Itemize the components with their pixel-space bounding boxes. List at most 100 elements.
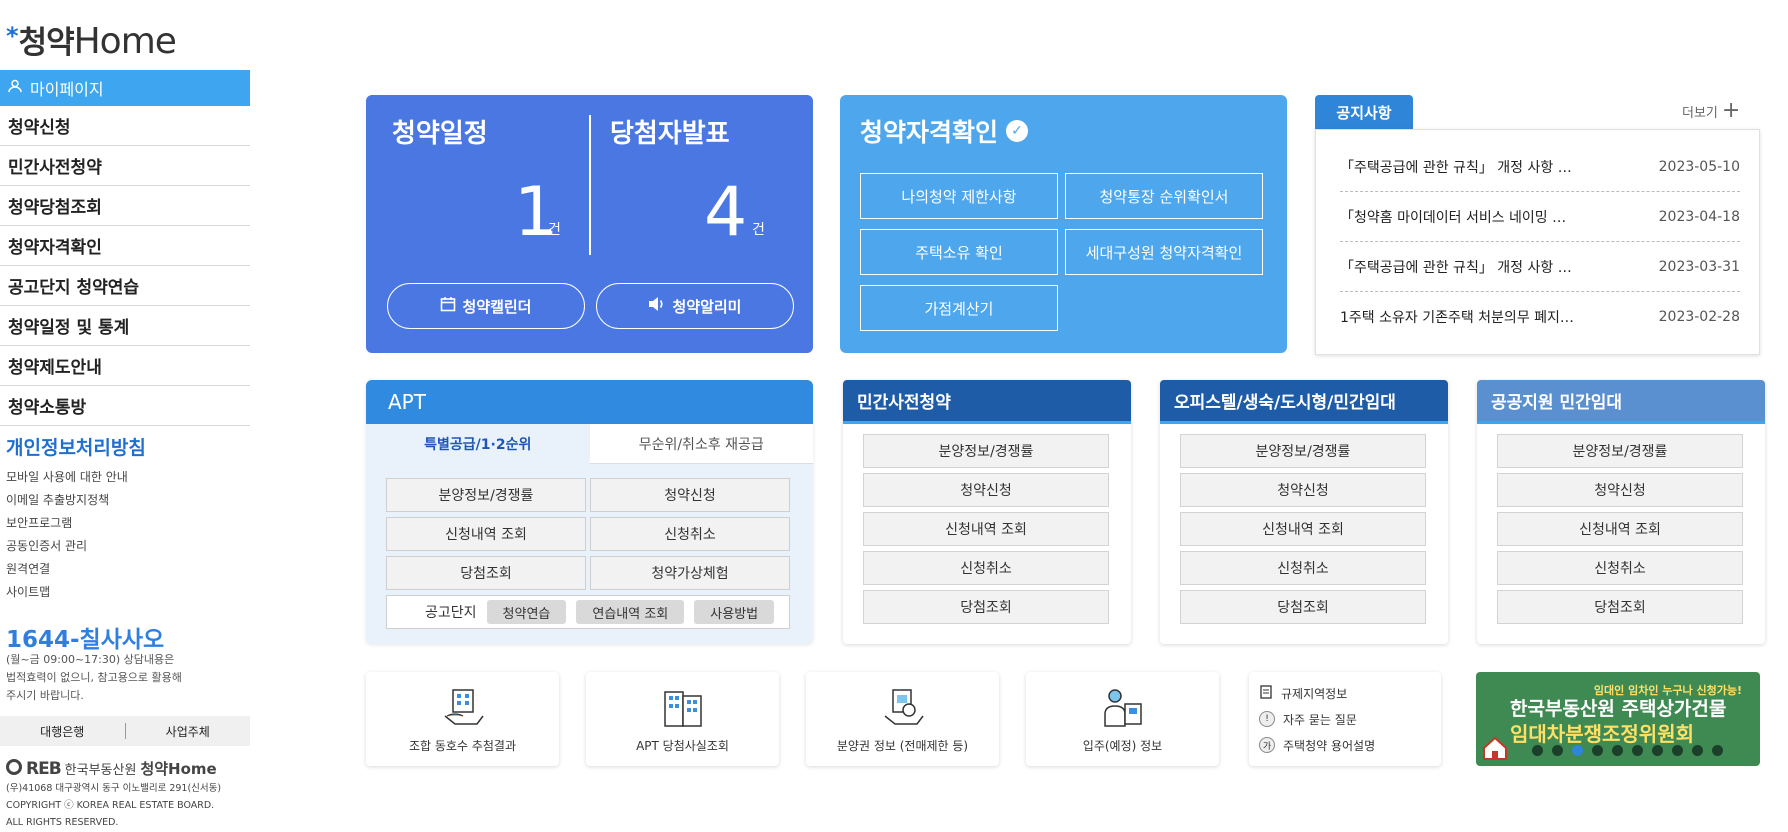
apt-sale-info-button[interactable]: 분양정보/경쟁률 <box>386 478 586 512</box>
site-logo[interactable]: * 청약 Home <box>6 18 177 62</box>
notice-item[interactable]: 「주택공급에 관한 규칙」 개정 사항 … 2023-03-31 <box>1340 242 1740 292</box>
sidebar-sub-links: 모바일 사용에 대한 안내 이메일 추출방지정책 보안프로그램 공동인증서 관리… <box>6 466 128 604</box>
dispute-banner[interactable]: 임대인 임차인 누구나 신청가능! 한국부동산원 주택상가건물 임대차분쟁조정위… <box>1476 672 1760 766</box>
support-hours: (월~금 09:00~17:30) 상담내용은 법적효력이 없으니, 참고용으로… <box>6 653 182 702</box>
dot[interactable] <box>1532 745 1543 756</box>
notice-item[interactable]: 「청약홈 마이데이터 서비스 네이밍 … 2023-04-18 <box>1340 192 1740 242</box>
my-restrictions-button[interactable]: 나의청약 제한사항 <box>860 173 1058 219</box>
certificate-link[interactable]: 공동인증서 관리 <box>6 535 128 558</box>
sitemap-link[interactable]: 사이트맵 <box>6 581 128 604</box>
presale-right-tile[interactable]: 분양권 정보 (전매제한 등) <box>806 672 999 766</box>
footer-address: (우)41068 대구광역시 동구 이노밸리로 291(신서동) COPYRIG… <box>6 783 222 828</box>
sidebar-item-qualify[interactable]: 청약자격확인 <box>0 226 250 266</box>
sidebar-item-win-check[interactable]: 청약당첨조회 <box>0 186 250 226</box>
sidebar-item-apply[interactable]: 청약신청 <box>0 106 250 146</box>
history-button[interactable]: 신청내역 조회 <box>1180 512 1426 546</box>
sidebar-item-community[interactable]: 청약소통방 <box>0 386 250 426</box>
alarm-button[interactable]: 청약알리미 <box>596 283 794 329</box>
qualify-card: 청약자격확인 ✓ 나의청약 제한사항 청약통장 순위확인서 주택소유 확인 세대… <box>840 95 1287 353</box>
dot[interactable] <box>1552 745 1563 756</box>
account-rank-button[interactable]: 청약통장 순위확인서 <box>1065 173 1263 219</box>
dot-active[interactable] <box>1572 745 1583 756</box>
how-to-chip[interactable]: 사용방법 <box>694 600 775 624</box>
history-button[interactable]: 신청내역 조회 <box>1497 512 1743 546</box>
schedule-title[interactable]: 청약일정 <box>392 113 488 150</box>
cancel-button[interactable]: 신청취소 <box>1497 551 1743 585</box>
sidebar-item-schedule-stats[interactable]: 청약일정 및 통계 <box>0 306 250 346</box>
banner-line3: 임대차분쟁조정위원회 <box>1510 722 1694 746</box>
check-circle-icon: ✓ <box>1006 120 1029 142</box>
sidebar-item-private-pre[interactable]: 민간사전청약 <box>0 146 250 186</box>
bank-button[interactable]: 대행은행 <box>0 723 125 740</box>
dot[interactable] <box>1692 745 1703 756</box>
banner-line2: 한국부동산원 주택상가건물 <box>1510 698 1727 720</box>
bank-org-bar: 대행은행 사업주체 <box>0 716 250 746</box>
history-button[interactable]: 신청내역 조회 <box>863 512 1109 546</box>
sidebar-item-practice[interactable]: 공고단지 청약연습 <box>0 266 250 306</box>
union-lottery-tile[interactable]: 조합 동호수 추첨결과 <box>366 672 559 766</box>
apt-simulation-button[interactable]: 청약가상체험 <box>590 556 790 590</box>
qualify-title[interactable]: 청약자격확인 ✓ <box>860 113 1029 149</box>
dot[interactable] <box>1712 745 1723 756</box>
house-ownership-button[interactable]: 주택소유 확인 <box>860 229 1058 275</box>
more-label: 더보기 <box>1682 105 1718 121</box>
logo-star: * <box>6 22 19 50</box>
sale-info-button[interactable]: 분양정보/경쟁률 <box>863 434 1109 468</box>
win-check-button[interactable]: 당첨조회 <box>1180 590 1426 624</box>
point-calculator-button[interactable]: 가점계산기 <box>860 285 1058 331</box>
schedule-card: 청약일정 1 건 당첨자발표 4 건 청약캘린더 청약알리미 <box>366 95 813 353</box>
apt-apply-button[interactable]: 청약신청 <box>590 478 790 512</box>
dot[interactable] <box>1672 745 1683 756</box>
cancel-button[interactable]: 신청취소 <box>1180 551 1426 585</box>
practice-history-chip[interactable]: 연습내역 조회 <box>576 600 685 624</box>
move-in-info-tile[interactable]: 입주(예정) 정보 <box>1026 672 1219 766</box>
dot[interactable] <box>1652 745 1663 756</box>
more-button[interactable]: 더보기 + <box>1682 100 1740 122</box>
win-check-button[interactable]: 당첨조회 <box>1497 590 1743 624</box>
mypage-button[interactable]: 마이페이지 <box>0 70 250 106</box>
divider <box>589 115 591 255</box>
calendar-label: 청약캘린더 <box>462 297 532 316</box>
org-button[interactable]: 사업주체 <box>126 723 251 740</box>
tab-special-supply[interactable]: 특별공급/1·2순위 <box>366 424 590 464</box>
notice-item[interactable]: 「주택공급에 관한 규칙」 개정 사항 … 2023-05-10 <box>1340 142 1740 192</box>
apt-win-fact-tile[interactable]: APT 당첨사실조회 <box>586 672 779 766</box>
apply-button[interactable]: 청약신청 <box>1497 473 1743 507</box>
practice-chip[interactable]: 청약연습 <box>486 600 567 624</box>
reb-footer-logo: REB 한국부동산원 청약Home <box>6 758 217 779</box>
apply-button[interactable]: 청약신청 <box>1180 473 1426 507</box>
tab-no-rank[interactable]: 무순위/취소후 재공급 <box>589 424 813 464</box>
apt-tabs: 특별공급/1·2순위 무순위/취소후 재공급 <box>366 424 813 464</box>
plus-icon: + <box>1721 98 1741 123</box>
mobile-guide-link[interactable]: 모바일 사용에 대한 안내 <box>6 466 128 489</box>
schedule-unit: 건 <box>548 222 561 238</box>
winners-count: 4 <box>704 173 748 252</box>
apt-history-button[interactable]: 신청내역 조회 <box>386 517 586 551</box>
private-pre-card: 민간사전청약 분양정보/경쟁률 청약신청 신청내역 조회 신청취소 당첨조회 <box>843 380 1131 644</box>
notice-item[interactable]: 1주택 소유자 기존주택 처분의무 폐지… 2023-02-28 <box>1340 292 1740 342</box>
sale-info-button[interactable]: 분양정보/경쟁률 <box>1497 434 1743 468</box>
faq-link[interactable]: ! 자주 묻는 질문 <box>1259 706 1431 732</box>
security-program-link[interactable]: 보안프로그램 <box>6 512 128 535</box>
glossary-link[interactable]: 가 주택청약 용어설명 <box>1259 732 1431 758</box>
calendar-button[interactable]: 청약캘린더 <box>387 283 585 329</box>
dot[interactable] <box>1612 745 1623 756</box>
privacy-policy-link[interactable]: 개인정보처리방침 <box>6 433 146 460</box>
notice-tab[interactable]: 공지사항 <box>1315 95 1413 129</box>
apt-win-check-button[interactable]: 당첨조회 <box>386 556 586 590</box>
regulation-area-link[interactable]: 규제지역정보 <box>1259 680 1431 706</box>
email-policy-link[interactable]: 이메일 추출방지정책 <box>6 489 128 512</box>
sidebar-item-system-guide[interactable]: 청약제도안내 <box>0 346 250 386</box>
dot[interactable] <box>1592 745 1603 756</box>
win-check-button[interactable]: 당첨조회 <box>863 590 1109 624</box>
dot[interactable] <box>1632 745 1643 756</box>
winners-title[interactable]: 당첨자발표 <box>610 113 730 150</box>
apt-cancel-button[interactable]: 신청취소 <box>590 517 790 551</box>
remote-link[interactable]: 원격연결 <box>6 558 128 581</box>
public-rental-card: 공공지원 민간임대 분양정보/경쟁률 청약신청 신청내역 조회 신청취소 당첨조… <box>1477 380 1765 644</box>
household-qualify-button[interactable]: 세대구성원 청약자격확인 <box>1065 229 1263 275</box>
apply-button[interactable]: 청약신청 <box>863 473 1109 507</box>
cancel-button[interactable]: 신청취소 <box>863 551 1109 585</box>
sale-info-button[interactable]: 분양정보/경쟁률 <box>1180 434 1426 468</box>
exclamation-icon: ! <box>1259 711 1275 727</box>
